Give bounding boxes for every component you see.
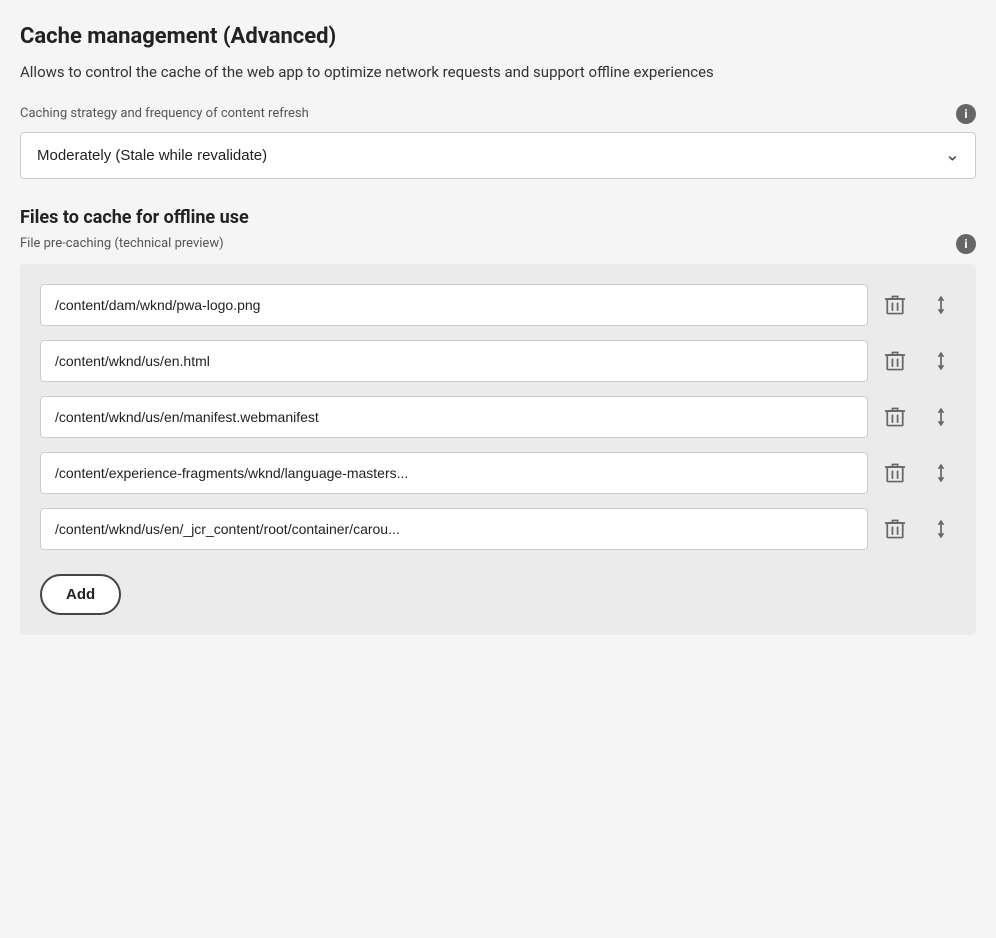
trash-icon (884, 405, 906, 429)
file-precaching-label: File pre-caching (technical preview) (20, 236, 224, 251)
file-actions (880, 401, 956, 433)
file-path-input[interactable] (40, 284, 868, 326)
file-actions (880, 513, 956, 545)
file-path-input[interactable] (40, 452, 868, 494)
file-precaching-label-row: File pre-caching (technical preview) i (20, 234, 976, 254)
files-section: Add (20, 264, 976, 635)
add-button[interactable]: Add (40, 574, 121, 615)
table-row (40, 396, 956, 438)
table-row (40, 452, 956, 494)
page-description: Allows to control the cache of the web a… (20, 61, 976, 84)
sort-arrows-icon (930, 293, 952, 317)
table-row (40, 284, 956, 326)
sort-arrows-icon (930, 461, 952, 485)
reorder-file-button[interactable] (926, 345, 956, 377)
delete-file-button[interactable] (880, 401, 910, 433)
caching-strategy-dropdown-wrapper: Moderately (Stale while revalidate)Aggre… (20, 132, 976, 179)
table-row (40, 340, 956, 382)
caching-strategy-info-icon[interactable]: i (956, 104, 976, 124)
delete-file-button[interactable] (880, 513, 910, 545)
delete-file-button[interactable] (880, 345, 910, 377)
file-path-input[interactable] (40, 396, 868, 438)
sort-arrows-icon (930, 517, 952, 541)
files-section-title: Files to cache for offline use (20, 207, 976, 228)
delete-file-button[interactable] (880, 289, 910, 321)
file-actions (880, 457, 956, 489)
sort-arrows-icon (930, 405, 952, 429)
sort-arrows-icon (930, 349, 952, 373)
trash-icon (884, 293, 906, 317)
reorder-file-button[interactable] (926, 513, 956, 545)
delete-file-button[interactable] (880, 457, 910, 489)
file-path-input[interactable] (40, 508, 868, 550)
trash-icon (884, 461, 906, 485)
trash-icon (884, 517, 906, 541)
caching-strategy-label: Caching strategy and frequency of conten… (20, 106, 309, 121)
reorder-file-button[interactable] (926, 457, 956, 489)
file-precaching-info-icon[interactable]: i (956, 234, 976, 254)
file-actions (880, 345, 956, 377)
file-actions (880, 289, 956, 321)
reorder-file-button[interactable] (926, 289, 956, 321)
caching-strategy-label-row: Caching strategy and frequency of conten… (20, 104, 976, 124)
reorder-file-button[interactable] (926, 401, 956, 433)
trash-icon (884, 349, 906, 373)
page-title: Cache management (Advanced) (20, 24, 976, 49)
caching-strategy-dropdown[interactable]: Moderately (Stale while revalidate)Aggre… (20, 132, 976, 179)
file-path-input[interactable] (40, 340, 868, 382)
table-row (40, 508, 956, 550)
